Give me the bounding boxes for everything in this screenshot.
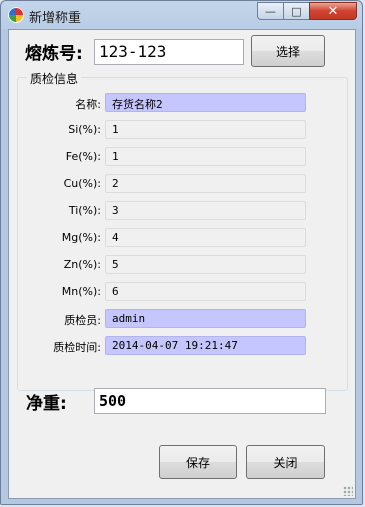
field-label: 质检员: <box>64 314 101 327</box>
net-weight-input[interactable]: 500 <box>94 388 326 414</box>
dialog-body: 熔炼号: 123-123 选择 质检信息 名称: 存货名称2 Si(%): 1 Fe(%… <box>8 29 356 499</box>
field-value[interactable]: 2014-04-07 19:21:47 <box>105 336 306 355</box>
title-bar[interactable]: 新增称重 — □ ✕ <box>1 1 362 29</box>
field-value[interactable]: 3 <box>105 201 306 220</box>
save-button[interactable]: 保存 <box>159 445 237 479</box>
minimize-button[interactable]: — <box>257 2 284 20</box>
field-value[interactable]: 存货名称2 <box>105 93 306 112</box>
field-value[interactable]: 1 <box>105 120 306 139</box>
field-label: 质检时间: <box>53 341 101 354</box>
window-title: 新增称重 <box>29 11 82 26</box>
select-button[interactable]: 选择 <box>251 35 325 67</box>
field-value[interactable]: 6 <box>105 282 306 301</box>
melt-number-input[interactable]: 123-123 <box>94 39 244 65</box>
field-label: Mn(%): <box>61 285 101 298</box>
field-value[interactable]: 4 <box>105 228 306 247</box>
field-label: 名称: <box>75 98 101 111</box>
close-icon: ✕ <box>327 3 339 19</box>
field-value[interactable]: 2 <box>105 174 306 193</box>
app-icon <box>8 7 24 23</box>
resize-grip-icon[interactable] <box>343 486 353 496</box>
melt-number-label: 熔炼号: <box>25 44 83 64</box>
maximize-button[interactable]: □ <box>283 2 310 20</box>
minimize-icon: — <box>265 4 276 18</box>
group-title: 质检信息 <box>27 70 82 87</box>
field-value[interactable]: 1 <box>105 147 306 166</box>
net-weight-label: 净重: <box>26 394 67 414</box>
close-window-button[interactable]: ✕ <box>309 2 357 20</box>
field-value[interactable]: 5 <box>105 255 306 274</box>
field-label: Ti(%): <box>68 204 101 217</box>
field-label: Fe(%): <box>65 150 101 163</box>
close-button[interactable]: 关闭 <box>246 445 325 479</box>
field-value[interactable]: admin <box>105 309 306 328</box>
field-label: Cu(%): <box>63 177 101 190</box>
field-label: Si(%): <box>68 123 101 136</box>
field-label: Mg(%): <box>61 231 101 244</box>
dialog-window: 新增称重 — □ ✕ 熔炼号: 123-123 选择 质检信息 名称: 存货名称2… <box>0 0 363 505</box>
field-label: Zn(%): <box>63 258 101 271</box>
maximize-icon: □ <box>291 4 302 18</box>
